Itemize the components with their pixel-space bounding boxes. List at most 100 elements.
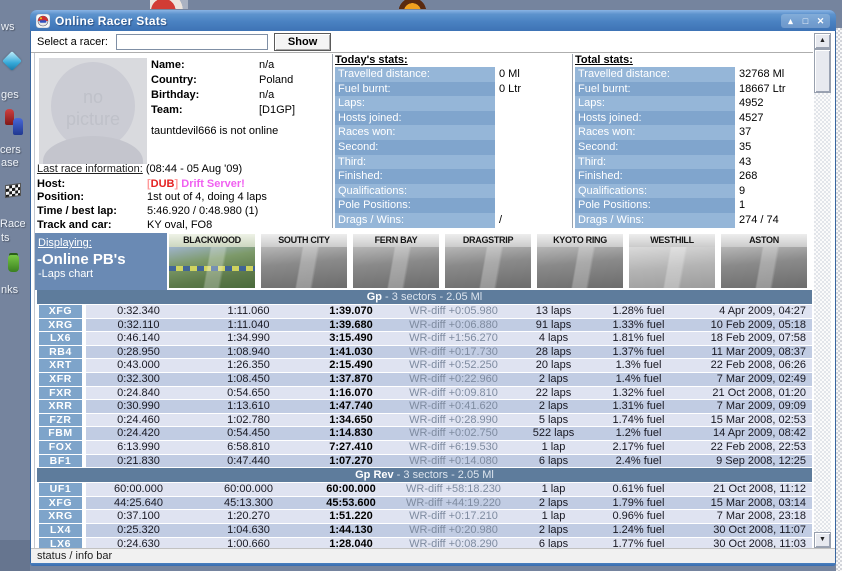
window-bottom-border — [30, 563, 836, 566]
track-thumb-fern-bay[interactable]: FERN BAY — [353, 234, 439, 288]
last-race-timestamp: (08:44 - 05 Aug '09) — [142, 163, 243, 175]
row-values: 0:24.840 0:54.650 1:16.070 WR-diff +0:09.81… — [86, 386, 812, 401]
stat-row: Finished: 268 — [575, 169, 810, 184]
pb-date: 14 Apr 2009, 08:42 — [713, 427, 806, 440]
car-cell: XRT — [39, 359, 82, 373]
stat-label: Pole Positions: — [335, 198, 495, 213]
pb-date: 21 Oct 2008, 11:12 — [713, 483, 806, 496]
stat-value: 32768 Ml — [739, 68, 785, 80]
stat-value — [495, 111, 499, 126]
pb-row[interactable]: RB4 0:28.950 1:08.940 1:41.030 WR-diff +0:17… — [37, 345, 812, 360]
profile-field-value: [D1GP] — [259, 103, 296, 116]
racer-name-input[interactable] — [115, 33, 268, 50]
profile-field-row: Birthday: n/a — [151, 87, 295, 102]
desktop-icon-label[interactable]: ase — [1, 157, 19, 169]
select-racer-label: Select a racer: — [37, 35, 108, 48]
lap-count: 2 laps — [538, 496, 569, 509]
pb-row[interactable]: LX6 0:46.140 1:34.990 3:15.490 WR-diff +1:56… — [37, 332, 812, 346]
pb-row[interactable]: XRG 0:32.110 1:11.040 1:39.680 WR-diff +0:06… — [37, 318, 812, 333]
stat-label: Drags / Wins: — [575, 212, 735, 228]
fuel-percent: 1.32% fuel — [612, 386, 665, 399]
track-thumb-dragstrip[interactable]: DRAGSTRIP — [445, 234, 531, 288]
profile-field-row: Team: [D1GP] — [151, 102, 295, 117]
sector1-time: 0:24.630 — [117, 537, 160, 549]
stat-value: 268 — [739, 170, 758, 183]
stat-label: Third: — [575, 154, 735, 170]
sector1-time: 0:32.110 — [117, 318, 160, 331]
pb-date: 7 Mar 2008, 23:18 — [716, 510, 806, 523]
pb-row[interactable]: FBM 0:24.420 0:54.450 1:14.830 WR-diff +0:02… — [37, 427, 812, 441]
today-stats-panel: Today's stats: Travelled distance: 0 Ml Fu… — [332, 54, 570, 228]
desktop-icon-label[interactable]: Race — [0, 218, 26, 230]
pb-row[interactable]: FXR 0:24.840 0:54.650 1:16.070 WR-diff +0:09… — [37, 386, 812, 401]
show-button[interactable]: Show — [273, 32, 332, 51]
close-button[interactable]: ✕ — [814, 15, 827, 27]
shade-button[interactable]: ▴ — [784, 15, 797, 27]
lap-count: 28 laps — [535, 345, 572, 358]
row-values: 44:25.640 45:13.300 45:53.600 WR-diff +44:1… — [86, 496, 812, 511]
pb-row[interactable]: XRG 0:37.100 1:20.270 1:51.220 WR-diff +0:17… — [37, 510, 812, 524]
stat-row: Races won: 37 — [575, 125, 810, 140]
stat-label: Fuel burnt: — [335, 81, 495, 97]
desktop-icon-label[interactable]: ts — [1, 232, 10, 244]
pb-row[interactable]: XFG 44:25.640 45:13.300 45:53.600 WR-diff +4… — [37, 496, 812, 511]
pb-row[interactable]: XRR 0:30.990 1:13.610 1:47.740 WR-diff +0:41… — [37, 400, 812, 414]
car-cell: XFR — [39, 372, 82, 387]
pb-row[interactable]: FZR 0:24.460 1:02.780 1:34.650 WR-diff +0:28… — [37, 413, 812, 428]
track-thumb-kyoto-ring[interactable]: KYOTO RING — [537, 234, 623, 288]
links-icon[interactable] — [8, 255, 19, 272]
total-time: 1:14.830 — [329, 427, 373, 440]
pb-row[interactable]: FOX 6:13.990 6:58.810 7:27.410 WR-diff +6:19… — [37, 440, 812, 455]
track-thumb-south-city[interactable]: SOUTH CITY — [261, 234, 347, 288]
scroll-up-button[interactable]: ▲ — [814, 33, 831, 49]
pb-row[interactable]: XFR 0:32.300 1:08.450 1:37.870 WR-diff +0:22… — [37, 372, 812, 387]
sector1-time: 0:25.320 — [117, 523, 160, 536]
stat-value: 18667 Ltr — [739, 82, 786, 95]
total-time: 1:28.040 — [329, 537, 373, 549]
stat-value: 35 — [739, 140, 752, 153]
maximize-button[interactable]: □ — [799, 15, 812, 27]
pb-row[interactable]: XFG 0:32.340 1:11.060 1:39.070 WR-diff +0:05… — [37, 305, 812, 319]
stat-value — [495, 140, 499, 155]
pb-row[interactable]: LX4 0:25.320 1:04.630 1:44.130 WR-diff +0:20… — [37, 523, 812, 538]
pb-row[interactable]: XRT 0:43.000 1:26.350 2:15.490 WR-diff +0:52… — [37, 359, 812, 373]
vertical-scrollbar[interactable]: ▲ ▼ — [814, 33, 831, 548]
displaying-heading-link[interactable]: Displaying: — [38, 237, 92, 249]
desktop-icon-label[interactable]: ges — [1, 89, 19, 101]
diamond-icon[interactable] — [2, 51, 22, 71]
stat-value: 37 — [739, 126, 752, 139]
total-stats-rows: Travelled distance: 32768 Ml Fuel burnt: 18… — [575, 67, 810, 228]
last-race-heading-link[interactable]: Last race information: — [37, 163, 143, 175]
track-thumb-aston[interactable]: ASTON — [721, 234, 807, 288]
lap-count: 5 laps — [538, 413, 569, 426]
racers-icon[interactable] — [4, 109, 26, 137]
total-time: 1:41.030 — [329, 345, 373, 358]
pb-row[interactable]: LX6 0:24.630 1:00.660 1:28.040 WR-diff +0:08… — [37, 537, 812, 549]
pb-row[interactable]: BF1 0:21.830 0:47.440 1:07.270 WR-diff +0:14… — [37, 454, 812, 469]
pb-row[interactable]: UF1 60:00.000 60:00.000 60:00.000 WR-diff +5… — [37, 483, 812, 497]
desktop-icon-label[interactable]: cers — [0, 144, 21, 156]
pb-date: 15 Mar 2008, 02:53 — [710, 413, 806, 426]
stat-row: Travelled distance: 32768 Ml — [575, 67, 810, 82]
stat-value: 4952 — [739, 97, 764, 110]
titlebar[interactable]: Online Racer Stats ▴ □ ✕ — [30, 10, 836, 31]
scroll-down-button[interactable]: ▼ — [814, 532, 831, 548]
outer-scrollbar-track[interactable] — [836, 28, 842, 571]
stat-row: Qualifications: — [335, 183, 570, 199]
desktop-icon-label[interactable]: ws — [1, 21, 14, 33]
toolbar: Select a racer: Show — [31, 31, 813, 53]
stat-row: Travelled distance: 0 Ml — [335, 67, 570, 82]
track-thumb-westhill[interactable]: WESTHILL — [629, 234, 715, 288]
track-thumb-blackwood[interactable]: BLACKWOOD — [169, 234, 255, 288]
total-time: 1:07.270 — [329, 454, 373, 467]
desktop-icon-label[interactable]: nks — [1, 284, 18, 296]
checkered-flag-icon[interactable] — [5, 182, 21, 199]
stat-value: 4527 — [739, 111, 764, 124]
last-race-row: Time / best lap: 5:46.920 / 0:48.980 (1) — [37, 204, 267, 218]
scrollbar-thumb[interactable] — [814, 49, 831, 93]
stat-row: Pole Positions: 1 — [575, 198, 810, 213]
pb-date: 30 Oct 2008, 11:07 — [713, 523, 806, 536]
wr-diff: WR-diff +0:02.750 — [409, 427, 498, 440]
stat-label: Races won: — [575, 125, 735, 140]
total-time: 1:34.650 — [329, 413, 373, 426]
